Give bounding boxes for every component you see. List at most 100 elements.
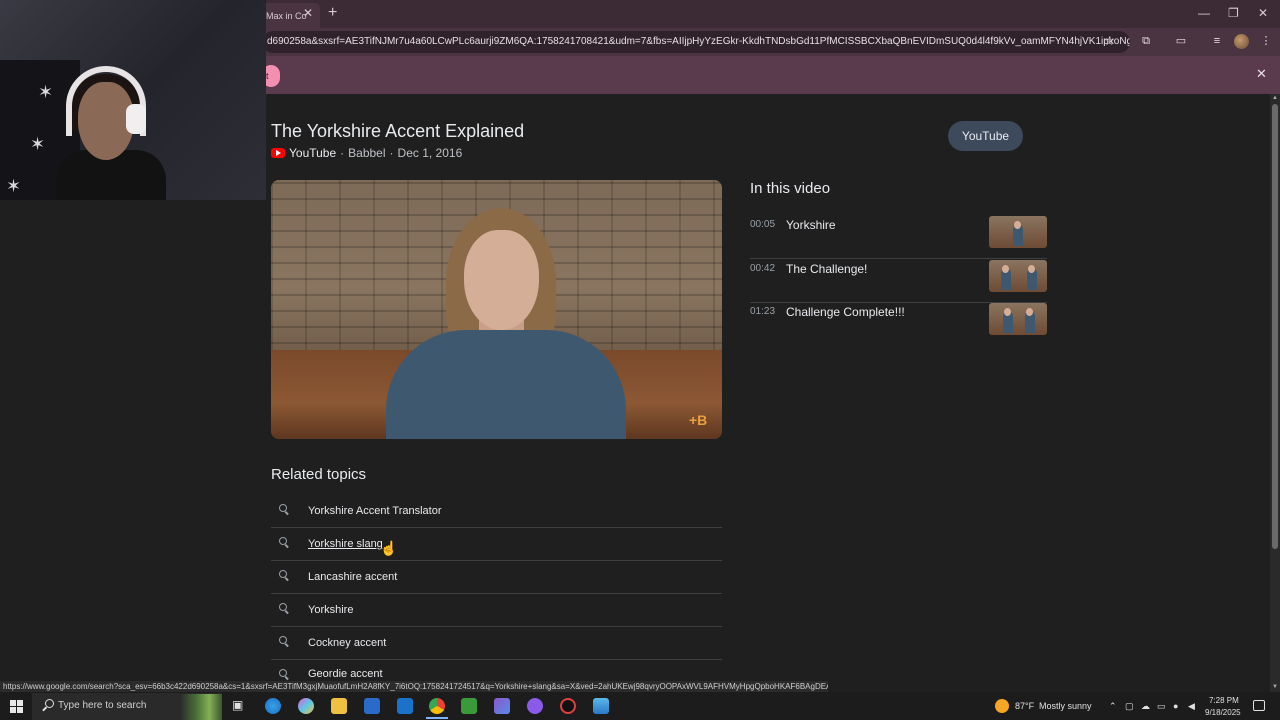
weather-temp[interactable]: 87°F [1015,701,1034,711]
minimize-icon[interactable]: — [1198,6,1210,20]
search-icon [279,669,289,679]
chapter-label: Challenge Complete!!! [786,305,905,319]
video-meta: YouTube · Babbel · Dec 1, 2016 [271,146,462,160]
clock-date[interactable]: 9/18/2025 [1205,708,1241,717]
video-player[interactable]: +B [271,180,722,439]
scroll-up-icon[interactable]: ▲ [1272,95,1278,101]
meta-separator: · [340,146,345,160]
chapter-item[interactable]: 01:23 Challenge Complete!!! [750,303,1047,346]
mouse-cursor-icon: ☝ [380,540,398,556]
related-topic-label: Geordie accent [308,668,383,680]
window-close-icon[interactable]: ✕ [1258,6,1268,20]
search-icon [279,636,289,646]
related-topic-item[interactable]: Yorkshire slang [271,528,722,561]
store-icon[interactable] [364,698,380,714]
search-icon [279,570,289,580]
task-view-icon[interactable]: ▣ [232,698,248,714]
open-youtube-button[interactable]: YouTube [948,121,1023,151]
video-title[interactable]: The Yorkshire Accent Explained [271,121,524,142]
thumb-head [1002,265,1009,273]
related-topic-item[interactable]: Cockney accent [271,627,722,660]
tab-title: Max in Co [266,10,307,21]
cast-icon[interactable]: ▭ [1174,34,1188,48]
chapter-label: The Challenge! [786,262,868,276]
related-topic-label: Yorkshire [308,604,354,616]
clock-time[interactable]: 7:28 PM [1209,696,1239,705]
search-icon [279,537,289,547]
tray-app-icon[interactable]: ▢ [1125,701,1134,712]
taskbar-search-icon [42,699,54,711]
related-topic-item[interactable]: Geordie accent [271,660,722,681]
chapter-thumbnail [989,303,1047,335]
address-bar[interactable]: d690258a&sxsrf=AE3TifNJMr7u4a60LCwPLc6au… [262,31,1130,53]
restore-icon[interactable]: ❐ [1228,6,1239,20]
chapter-label: Yorkshire [786,218,836,232]
notification-icon[interactable] [1253,700,1265,711]
copilot-icon[interactable] [298,698,314,714]
chapters-heading: In this video [750,180,831,197]
outlook-icon[interactable] [397,698,413,714]
video-watermark: +B [689,412,708,428]
video-source: YouTube [289,146,337,160]
scrollbar-thumb[interactable] [1272,104,1278,549]
app-icon[interactable] [527,698,543,714]
related-topics-heading: Related topics [271,466,367,483]
meta-separator: · [389,146,394,160]
tray-mic-icon[interactable]: ● [1173,701,1178,711]
left-blank-area [0,200,266,692]
video-channel: Babbel [348,146,386,160]
thumb-head [1028,265,1035,273]
file-explorer-icon[interactable] [331,698,347,714]
chapter-time: 00:42 [750,263,776,274]
related-topic-label: Yorkshire Accent Translator [308,505,442,517]
new-tab-icon[interactable]: + [328,4,337,22]
thumb-head [1004,308,1011,316]
star-decoration-icon: ✶ [30,134,46,154]
profile-avatar[interactable] [1234,34,1249,49]
video-person-body [386,330,626,439]
scroll-down-icon[interactable]: ▼ [1272,684,1278,690]
bookmark-star-icon[interactable]: ☆ [1104,34,1115,48]
media-control-icon[interactable]: ≡ [1210,34,1224,48]
chapter-thumbnail [989,216,1047,248]
chrome-icon[interactable] [429,698,445,714]
headset-earcup [126,104,146,134]
tray-volume-icon[interactable]: ◀ [1188,701,1195,712]
search-highlight-image [180,694,222,720]
related-topic-label: Cockney accent [308,637,387,649]
page-scrollbar[interactable] [1270,94,1280,692]
infobar-close-icon[interactable]: ✕ [1256,66,1267,82]
thumb-head [1014,221,1021,229]
related-topic-item[interactable]: Lancashire accent [271,561,722,594]
weather-condition[interactable]: Mostly sunny [1039,701,1092,711]
related-topic-label: Yorkshire slang [308,538,383,550]
search-icon [279,504,289,514]
taskbar-search-placeholder: Type here to search [58,700,147,711]
windows-start-icon[interactable] [10,700,23,713]
chapter-time: 00:05 [750,219,776,230]
tray-chevron-up-icon[interactable]: ⌃ [1109,701,1117,712]
chapter-item[interactable]: 00:05 Yorkshire [750,216,1047,259]
thumb-head [1026,308,1033,316]
edge-icon[interactable] [265,698,281,714]
tray-network-icon[interactable]: ▭ [1157,701,1166,712]
extensions-icon[interactable]: ⧉ [1139,34,1153,48]
related-topic-item[interactable]: Yorkshire Accent Translator [271,495,722,528]
app-icon[interactable] [494,698,510,714]
related-topic-item[interactable]: Yorkshire [271,594,722,627]
app-icon[interactable] [560,698,576,714]
menu-kebab-icon[interactable]: ⋮ [1259,34,1273,48]
related-topic-label: Lancashire accent [308,571,398,583]
chapter-thumbnail [989,260,1047,292]
star-decoration-icon: ✶ [6,176,22,196]
app-icon[interactable] [593,698,609,714]
webcam-overlay: ✶ ✶ ✶ [0,0,266,200]
tray-cloud-icon[interactable]: ☁ [1141,701,1150,712]
minecraft-icon[interactable] [461,698,477,714]
active-app-indicator [426,717,448,719]
video-person-face [464,230,539,330]
chapter-item[interactable]: 00:42 The Challenge! [750,260,1047,303]
tab-close-icon[interactable]: ✕ [303,6,313,20]
search-icon [279,603,289,613]
weather-sun-icon[interactable] [995,699,1009,713]
